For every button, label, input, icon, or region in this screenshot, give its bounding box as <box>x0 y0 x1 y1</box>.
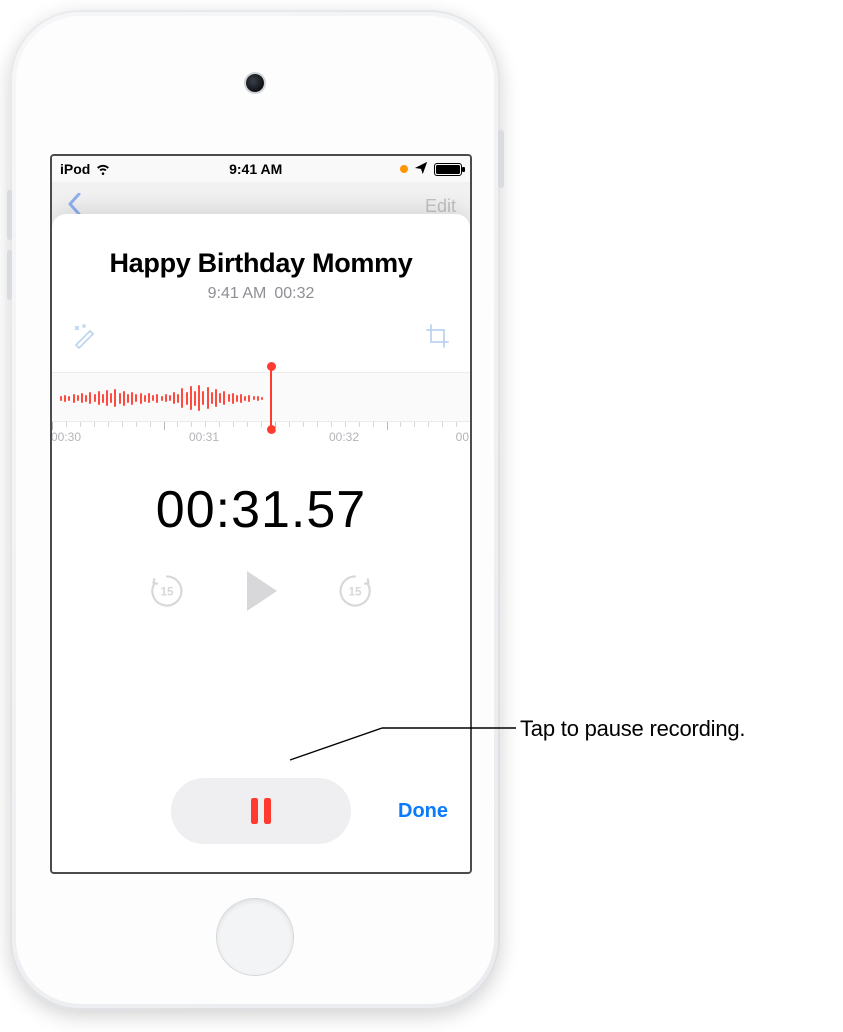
volume-up-button <box>7 190 12 240</box>
battery-icon <box>434 163 462 176</box>
volume-down-button <box>7 250 12 300</box>
wifi-icon <box>95 161 111 178</box>
ruler-label: 00: <box>456 430 472 444</box>
carrier-label: iPod <box>60 161 90 177</box>
waveform[interactable]: 00:30 00:31 00:32 00: <box>52 366 470 450</box>
elapsed-timer: 00:31.57 <box>52 480 470 540</box>
pause-icon <box>248 796 274 826</box>
trim-icon[interactable] <box>424 323 450 354</box>
ruler-label: 00:32 <box>329 430 359 444</box>
home-button[interactable] <box>216 898 294 976</box>
recording-sheet: Happy Birthday Mommy 9:41 AM 00:32 <box>52 214 470 872</box>
ruler-label: 00:30 <box>51 430 81 444</box>
front-camera <box>246 74 264 92</box>
statusbar-time: 9:41 AM <box>229 161 282 177</box>
waveform-bars <box>52 378 263 418</box>
recording-indicator-dot <box>400 165 408 173</box>
power-button <box>498 130 504 188</box>
pause-recording-button[interactable] <box>171 778 351 844</box>
callout-text: Tap to pause recording. <box>520 716 745 742</box>
status-bar: iPod 9:41 AM <box>52 156 470 182</box>
location-icon <box>413 161 429 178</box>
time-ruler: 00:30 00:31 00:32 00: <box>52 422 470 446</box>
recording-subtitle: 9:41 AM 00:32 <box>52 285 470 303</box>
screen: iPod 9:41 AM E <box>50 154 472 874</box>
done-button[interactable]: Done <box>398 800 448 823</box>
enhance-icon[interactable] <box>72 323 98 354</box>
skip-forward-15-button[interactable]: 15 <box>335 571 375 611</box>
ruler-label: 00:31 <box>189 430 219 444</box>
ipod-device-frame: iPod 9:41 AM E <box>10 10 500 1010</box>
recording-title[interactable]: Happy Birthday Mommy <box>52 248 470 279</box>
play-button[interactable] <box>241 568 281 614</box>
recording-duration: 00:32 <box>274 285 314 302</box>
recording-time-created: 9:41 AM <box>208 285 267 302</box>
svg-text:15: 15 <box>348 585 362 599</box>
skip-back-15-button[interactable]: 15 <box>147 571 187 611</box>
transport-controls: 15 15 <box>52 568 470 614</box>
device-bezel: iPod 9:41 AM E <box>16 16 494 1004</box>
svg-text:15: 15 <box>160 585 174 599</box>
